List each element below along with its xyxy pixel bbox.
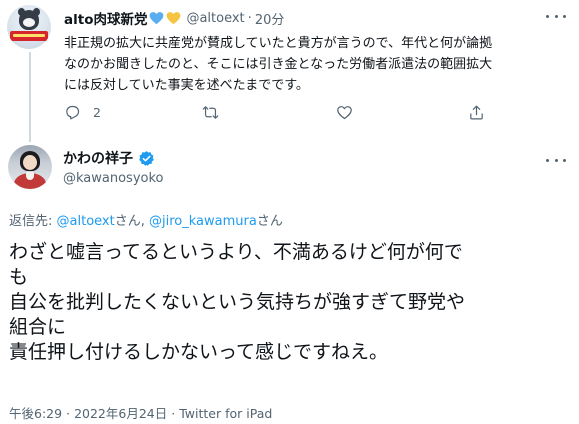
reply-button[interactable]: 2	[64, 104, 101, 121]
like-button[interactable]	[336, 104, 365, 121]
dot	[546, 158, 549, 162]
tweet-text-line: 非正規の拡大に共産党が賛成していたと貴方が言うので、年代と何が論拠	[64, 36, 493, 51]
mention-link[interactable]: @altoext	[57, 214, 115, 229]
main-tweet-text: わざと嘘言ってるというより、不満あるけど何が何で も 自公を批判したくないという…	[9, 240, 564, 365]
separator-dot: ·	[247, 10, 252, 26]
tweet-text-line: 責任押し付けるしかないって感じですねえ。	[9, 341, 389, 363]
dot	[554, 158, 558, 162]
main-tweet-header: かわの祥子	[63, 148, 155, 168]
share-button[interactable]	[468, 104, 485, 121]
separator-dot: ·	[171, 406, 176, 421]
share-icon	[470, 105, 483, 120]
tweet-text-line: なのかお聞きしたのと、そこには引き金となった労働者派遣法の範囲拡大	[64, 57, 493, 72]
reply-to-line: 返信先: @altoextさん, @jiro_kawamuraさん	[9, 210, 283, 229]
retweet-icon	[202, 106, 219, 119]
avatar-face	[23, 155, 37, 170]
mention-link[interactable]: @jiro_kawamura	[149, 214, 257, 229]
blue-heart-emoji	[150, 12, 164, 25]
reply-to-prefix: 返信先:	[9, 214, 57, 229]
relative-timestamp[interactable]: 20分	[255, 9, 285, 28]
avatar[interactable]	[8, 145, 52, 189]
dot	[563, 158, 566, 162]
reply-count: 2	[93, 105, 101, 120]
tweet-text-line: わざと嘘言ってるというより、不満あるけど何が何で	[9, 241, 463, 263]
more-options-icon[interactable]	[546, 152, 566, 168]
yellow-heart-emoji	[167, 12, 181, 25]
heart-icon	[337, 106, 352, 120]
more-options-icon[interactable]	[546, 8, 566, 24]
thread-connector-line	[29, 52, 31, 142]
tweet-action-bar: 2	[64, 104, 569, 124]
reply-icon	[66, 105, 80, 120]
tweet-date[interactable]: 2022年6月24日	[74, 406, 167, 421]
mascot-face	[23, 18, 35, 27]
display-name[interactable]: alto肉球新党	[64, 8, 147, 28]
dot	[563, 14, 566, 18]
tweet-metadata: 午後6:29 · 2022年6月24日 · Twitter for iPad	[9, 403, 272, 422]
mention-suffix: さん	[256, 214, 283, 229]
tweet-text-line: も	[9, 266, 29, 288]
dot	[554, 14, 558, 18]
avatar-collar	[26, 172, 34, 180]
mention-suffix: さん,	[114, 214, 149, 229]
user-handle[interactable]: @kawanosyoko	[63, 171, 164, 186]
tweet-text-line: には反対していた事実を述べたまでです。	[64, 78, 309, 93]
dot	[546, 14, 549, 18]
parent-tweet-header: alto肉球新党 @altoext · 20分	[64, 8, 285, 29]
tweet-text-line: 組合に	[9, 316, 67, 338]
tweet-source[interactable]: Twitter for iPad	[179, 406, 272, 421]
verified-badge-icon	[139, 150, 154, 166]
display-name[interactable]: かわの祥子	[63, 148, 133, 168]
separator-dot: ·	[66, 406, 71, 421]
user-handle[interactable]: @altoext	[186, 11, 244, 26]
tweet-time[interactable]: 午後6:29	[9, 406, 62, 421]
parent-tweet[interactable]: alto肉球新党 @altoext · 20分 非正規の拡大に共産党が賛成してい…	[0, 0, 579, 142]
avatar-banner-strip	[13, 34, 45, 37]
retweet-button[interactable]	[202, 104, 231, 121]
parent-tweet-text: 非正規の拡大に共産党が賛成していたと貴方が言うので、年代と何が論拠 なのかお聞き…	[64, 33, 569, 96]
tweet-text-line: 自公を批判したくないという気持ちが強すぎて野党や	[9, 291, 466, 313]
avatar[interactable]	[7, 5, 51, 49]
